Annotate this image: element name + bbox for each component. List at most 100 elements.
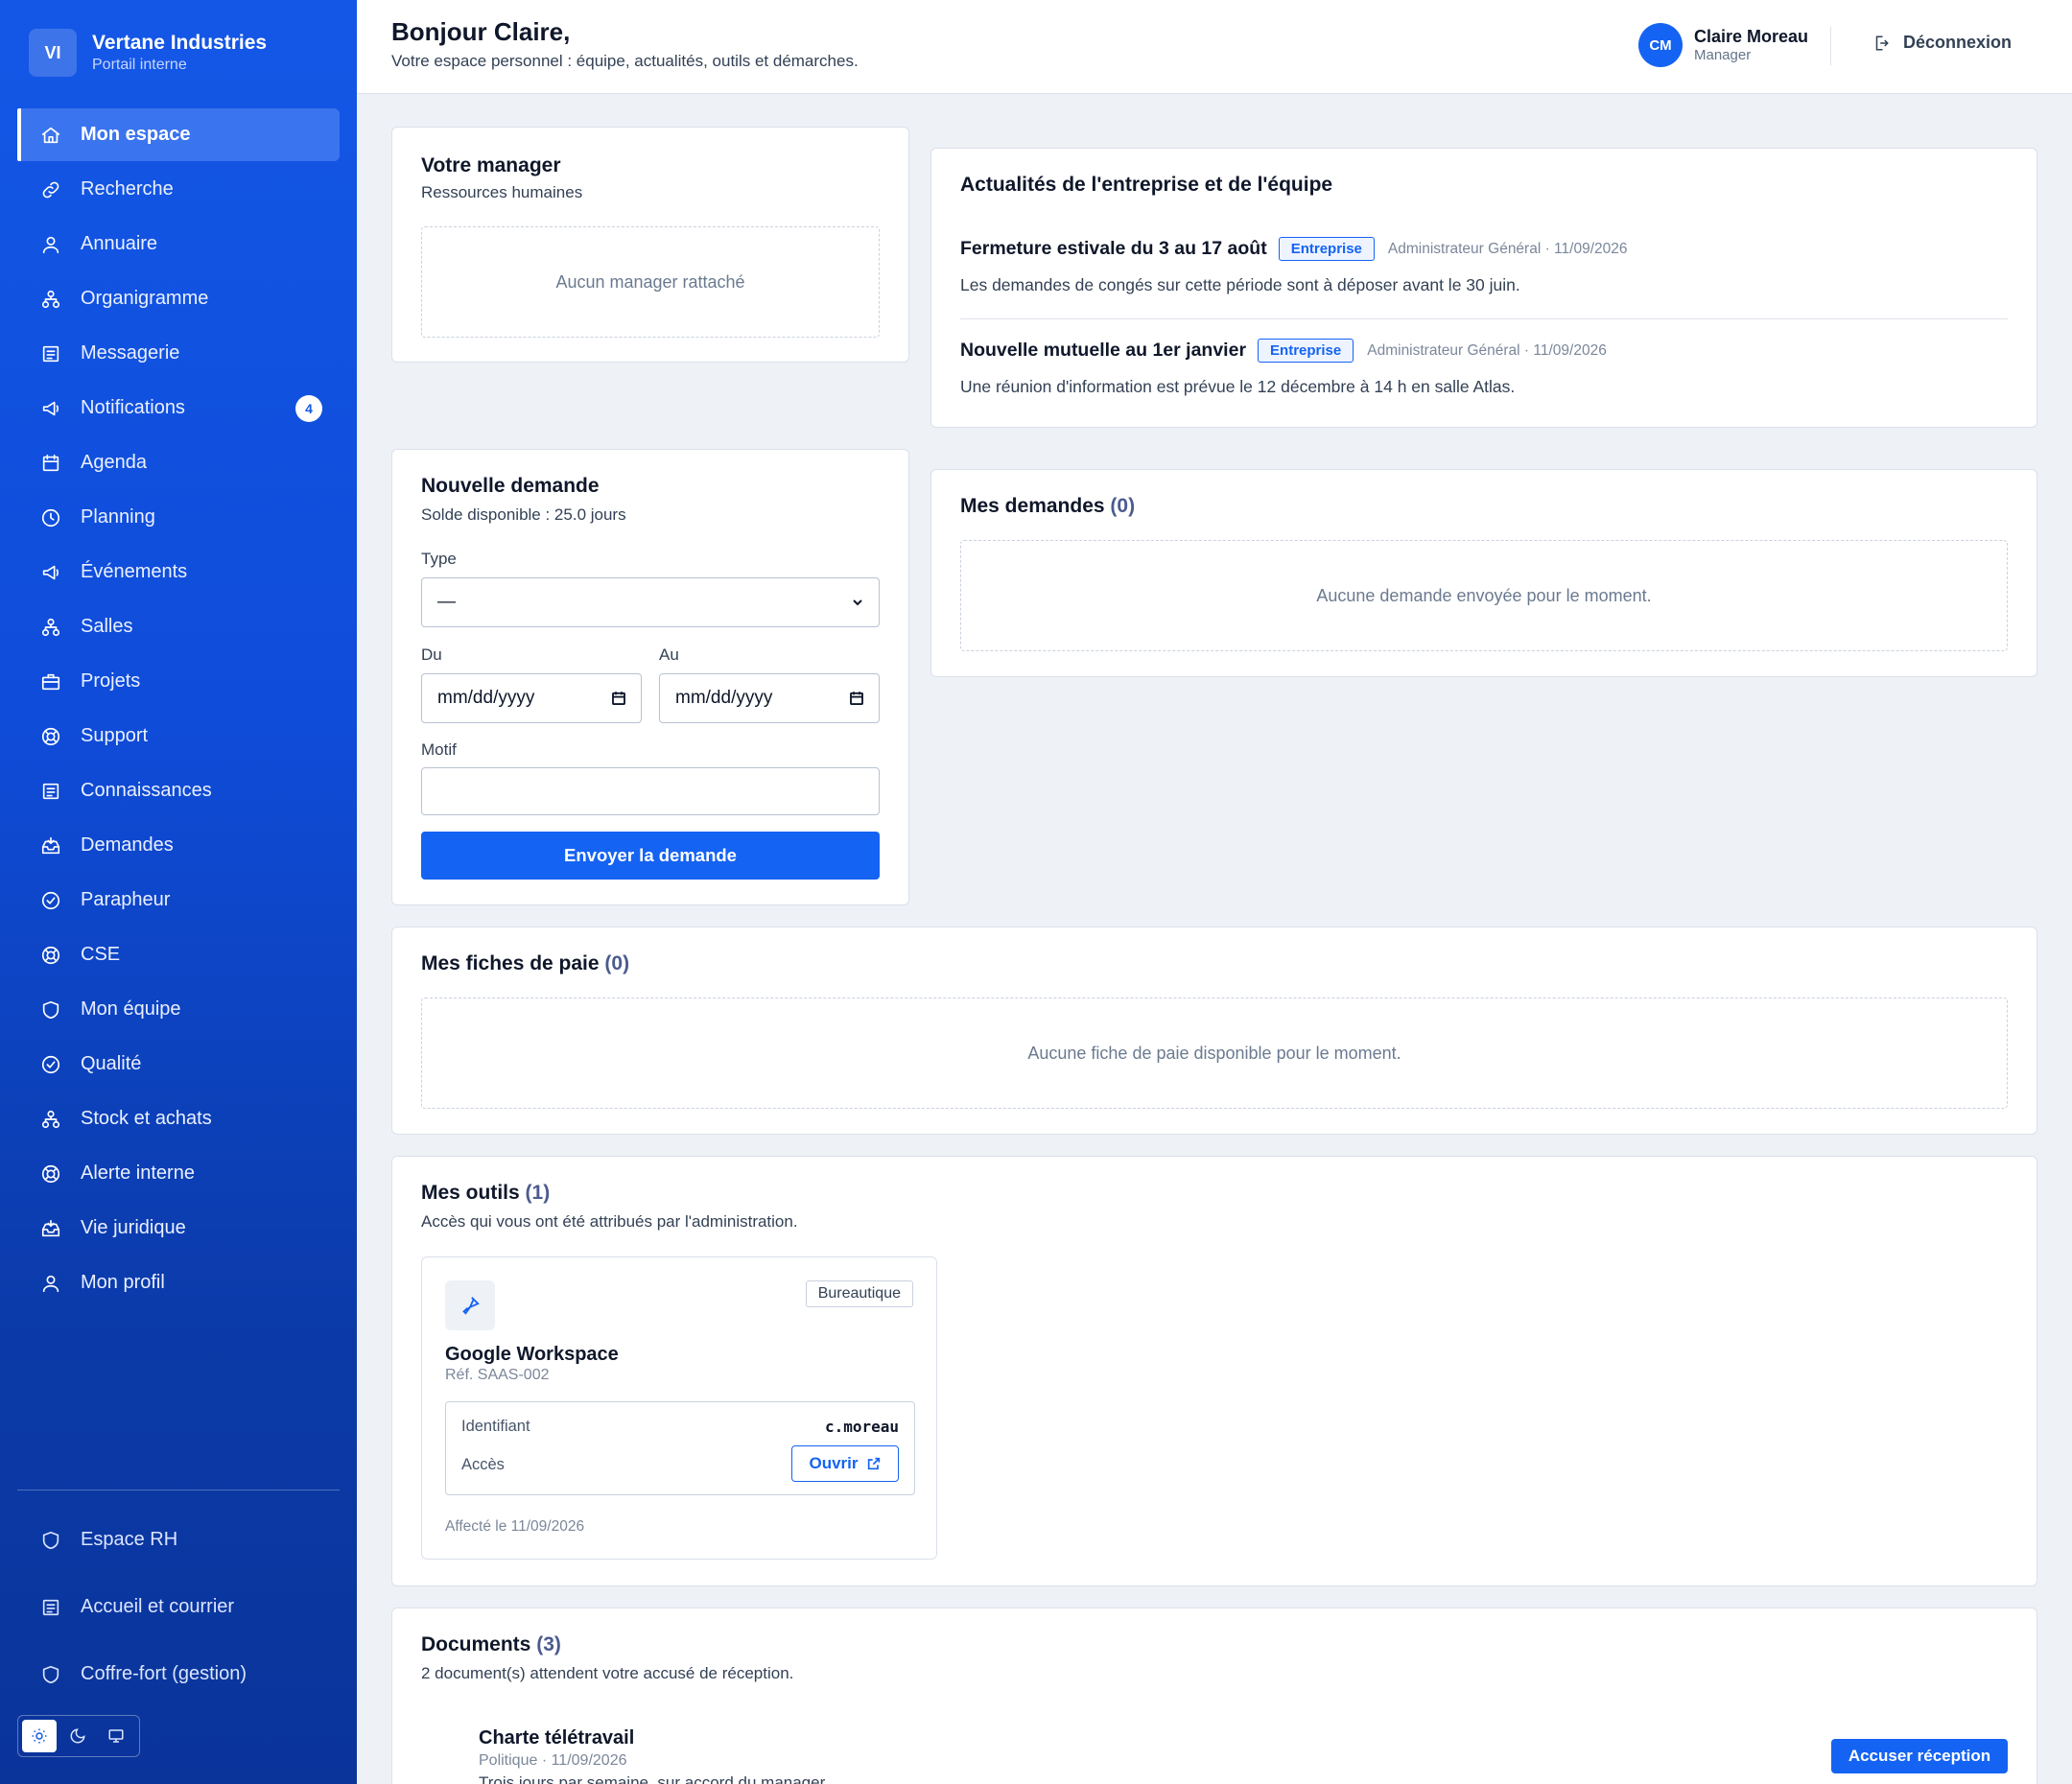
from-date-input[interactable]: mm/dd/yyyy — [421, 673, 642, 723]
documents-count: (3) — [536, 1633, 561, 1655]
sidebar-item-evenements[interactable]: Événements — [17, 546, 340, 599]
document-meta: Politique · 11/09/2026 — [479, 1752, 627, 1769]
documents-title-text: Documents — [421, 1633, 531, 1655]
megaphone-icon — [42, 565, 59, 579]
user-name: Claire Moreau — [1694, 27, 1809, 46]
sidebar-item-label: CSE — [81, 944, 121, 965]
type-select[interactable]: — — [421, 577, 880, 627]
sidebar-item-vie-juridique[interactable]: Vie juridique — [17, 1202, 340, 1255]
news-item[interactable]: Fermeture estivale du 3 au 17 août Entre… — [960, 237, 1627, 261]
calendar-icon[interactable] — [848, 690, 865, 707]
open-tool-button[interactable]: Ouvrir — [791, 1445, 899, 1482]
sidebar-item-espace-rh[interactable]: Espace RH — [17, 1514, 340, 1566]
chevron-down-icon — [853, 599, 862, 606]
theme-dark-button[interactable] — [60, 1720, 95, 1752]
logout-button[interactable]: Déconnexion — [1872, 33, 2012, 53]
calendar-icon[interactable] — [610, 690, 627, 707]
logout-label: Déconnexion — [1903, 33, 2013, 52]
header-divider — [1830, 27, 1831, 65]
sidebar-item-label: Notifications — [81, 397, 185, 418]
brand[interactable]: VI Vertane Industries Portail interne — [29, 29, 267, 77]
sidebar-item-cse[interactable]: CSE — [17, 928, 340, 981]
tool-name: Google Workspace — [445, 1344, 619, 1365]
sidebar-item-label: Salles — [81, 616, 133, 637]
sidebar-item-qualite[interactable]: Qualité — [17, 1038, 340, 1091]
my-requests-count: (0) — [1110, 495, 1136, 517]
sidebar-item-demandes[interactable]: Demandes — [17, 819, 340, 872]
sidebar-item-stock-et-achats[interactable]: Stock et achats — [17, 1092, 340, 1145]
to-label: Au — [659, 646, 679, 664]
inbox-icon — [41, 1219, 60, 1236]
sidebar-item-accueil-et-courrier[interactable]: Accueil et courrier — [17, 1581, 340, 1633]
sidebar: VI Vertane Industries Portail interne Mo… — [0, 0, 357, 1784]
sidebar-item-projets[interactable]: Projets — [17, 655, 340, 708]
tools-count: (1) — [525, 1182, 551, 1204]
logout-icon — [1875, 35, 1889, 50]
tool-icon-wrapper — [445, 1280, 495, 1330]
lifebuoy-icon — [41, 1164, 60, 1183]
brand-subtitle: Portail interne — [92, 57, 187, 73]
sidebar-item-agenda[interactable]: Agenda — [17, 436, 340, 489]
sidebar-item-alerte-interne[interactable]: Alerte interne — [17, 1147, 340, 1200]
news-item-title: Fermeture estivale du 3 au 17 août — [960, 238, 1267, 259]
sidebar-item-label: Demandes — [81, 834, 174, 856]
news-tag: Entreprise — [1278, 237, 1375, 261]
sidebar-item-mon-espace[interactable]: Mon espace — [17, 108, 340, 161]
check-circle-icon — [41, 891, 60, 909]
from-date-value: mm/dd/yyyy — [437, 688, 535, 708]
sidebar-item-messagerie[interactable]: Messagerie — [17, 327, 340, 380]
documents-card: Documents (3) 2 document(s) attendent vo… — [391, 1608, 2037, 1784]
user-role: Manager — [1694, 47, 1752, 63]
sidebar-item-notifications[interactable]: Notifications 4 — [17, 382, 340, 434]
tool-category-badge: Bureautique — [805, 1280, 913, 1307]
sun-icon — [32, 1728, 47, 1744]
inbox-icon — [41, 836, 60, 854]
theme-light-button[interactable] — [22, 1720, 57, 1752]
org-chart-icon — [41, 1110, 60, 1128]
to-date-input[interactable]: mm/dd/yyyy — [659, 673, 880, 723]
sidebar-item-mon-equipe[interactable]: Mon équipe — [17, 983, 340, 1036]
users-icon — [42, 236, 59, 253]
brand-logo: VI — [29, 29, 77, 77]
user-menu[interactable]: CM Claire Moreau Manager — [1638, 23, 1808, 67]
greeting-title: Bonjour Claire, — [391, 17, 571, 46]
sidebar-item-recherche[interactable]: Recherche — [17, 163, 340, 216]
sidebar-item-label: Mon espace — [81, 124, 191, 145]
shield-icon — [42, 1000, 59, 1019]
leave-balance: Solde disponible : 25.0 jours — [421, 505, 626, 524]
news-divider — [960, 318, 2008, 319]
sidebar-item-organigramme[interactable]: Organigramme — [17, 272, 340, 325]
check-circle-icon — [41, 1055, 60, 1073]
sidebar-item-support[interactable]: Support — [17, 710, 340, 763]
news-item[interactable]: Nouvelle mutuelle au 1er janvier Entrepr… — [960, 339, 1607, 363]
documents-subtitle: 2 document(s) attendent votre accusé de … — [421, 1664, 794, 1682]
sidebar-item-mon-profil[interactable]: Mon profil — [17, 1256, 340, 1309]
open-tool-label: Ouvrir — [809, 1454, 859, 1472]
sidebar-item-planning[interactable]: Planning — [17, 491, 340, 544]
reason-input[interactable] — [421, 767, 880, 815]
submit-request-button[interactable]: Envoyer la demande — [421, 832, 880, 880]
sidebar-item-coffre-fort-gestion[interactable]: Coffre-fort (gestion) — [17, 1648, 340, 1701]
moon-icon — [70, 1728, 85, 1744]
sidebar-divider — [17, 1490, 340, 1491]
avatar: CM — [1638, 23, 1683, 67]
manager-card-subtitle: Ressources humaines — [421, 183, 583, 201]
sidebar-item-label: Alerte interne — [81, 1162, 195, 1184]
sidebar-item-salles[interactable]: Salles — [17, 600, 340, 653]
theme-system-button[interactable] — [99, 1720, 133, 1752]
document-icon — [42, 783, 59, 799]
monitor-icon — [108, 1729, 124, 1743]
news-meta: Administrateur Général · 11/09/2026 — [1367, 341, 1607, 359]
documents-title: Documents (3) — [421, 1633, 561, 1656]
manager-empty-state: Aucun manager rattaché — [421, 226, 880, 338]
document-title[interactable]: Charte télétravail — [479, 1727, 634, 1749]
manager-card: Votre manager Ressources humaines Aucun … — [391, 127, 909, 363]
payslips-title-text: Mes fiches de paie — [421, 952, 600, 974]
sidebar-item-label: Annuaire — [81, 233, 158, 254]
sidebar-item-connaissances[interactable]: Connaissances — [17, 764, 340, 817]
sidebar-item-annuaire[interactable]: Annuaire — [17, 218, 340, 270]
link-icon — [42, 181, 59, 198]
sidebar-item-label: Événements — [81, 561, 188, 582]
acknowledge-button[interactable]: Accuser réception — [1831, 1739, 2008, 1773]
sidebar-item-parapheur[interactable]: Parapheur — [17, 874, 340, 927]
